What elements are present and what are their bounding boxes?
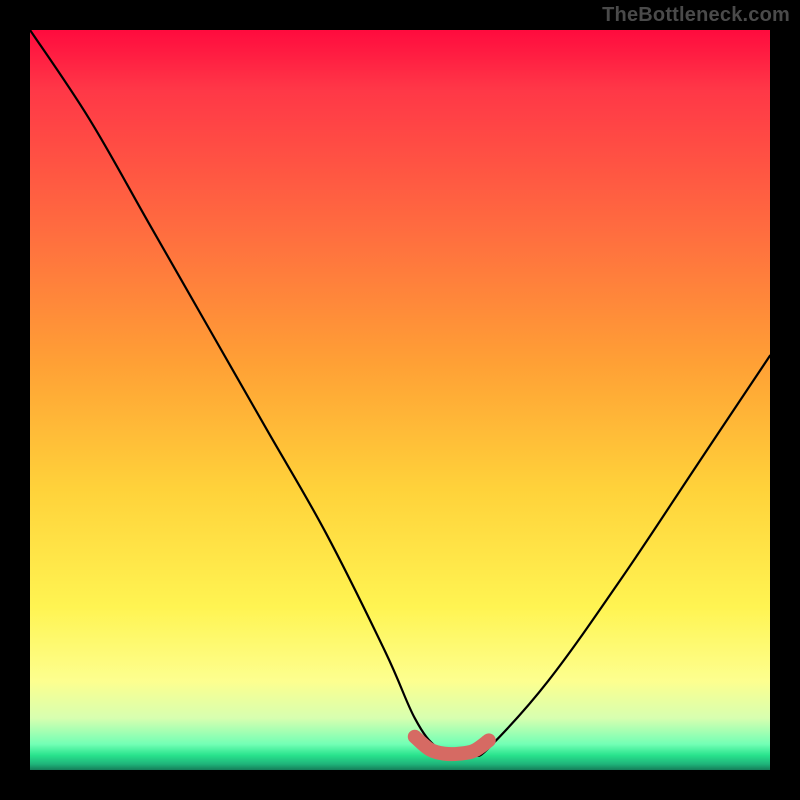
chart-frame: TheBottleneck.com [0, 0, 800, 800]
plot-area [30, 30, 770, 770]
optimal-range-highlight [415, 737, 489, 755]
curve-svg [30, 30, 770, 770]
bottleneck-curve [30, 30, 770, 756]
watermark-text: TheBottleneck.com [602, 4, 790, 27]
